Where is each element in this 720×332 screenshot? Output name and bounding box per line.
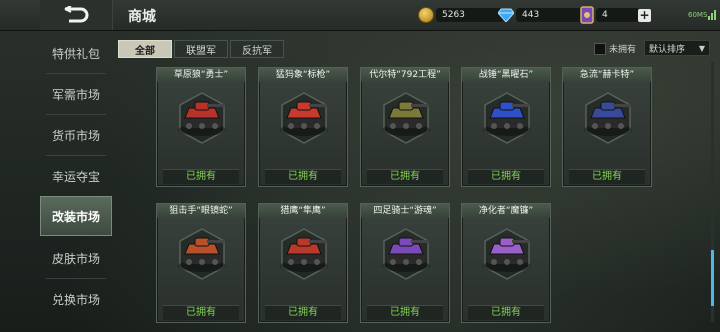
chevron-down-icon: ▼: [698, 44, 705, 53]
page-title: 商城: [128, 9, 156, 25]
coin-icon: [418, 7, 434, 23]
ping-indicator: 60MS: [688, 11, 708, 19]
owned-status: 已拥有: [163, 169, 239, 184]
not-owned-label: 未拥有: [609, 45, 637, 55]
item-card[interactable]: 猛犸象“标枪” 已拥有: [258, 67, 348, 187]
red-tank-icon: [178, 101, 226, 136]
sidebar-item-currency-market[interactable]: 货币市场: [40, 115, 112, 155]
owned-status: 已拥有: [569, 169, 645, 184]
item-card[interactable]: 狙击手“眼镜蛇” 已拥有: [156, 203, 246, 323]
falcon-jet-icon: [280, 237, 328, 272]
item-card[interactable]: 净化者“魔镰” 已拥有: [461, 203, 551, 323]
item-name: 净化者“魔镰”: [462, 204, 550, 218]
artillery-tank-icon: [584, 101, 632, 136]
top-bar: 商城 5263 443 4 + 60MS: [0, 0, 720, 31]
olive-tank-icon: [382, 101, 430, 136]
signal-icon: [708, 10, 716, 20]
add-resource: +: [630, 6, 651, 24]
gem-value: 443: [516, 8, 586, 22]
item-card[interactable]: 代尔特“792工程” 已拥有: [360, 67, 450, 187]
scrollbar-thumb[interactable]: [711, 250, 714, 306]
sidebar-item-lucky-draw[interactable]: 幸运夺宝: [40, 156, 112, 196]
item-name: 猎鹰“隼鹰”: [259, 204, 347, 218]
coin-value: 5263: [436, 8, 504, 22]
owned-status: 已拥有: [265, 169, 341, 184]
owned-status: 已拥有: [367, 305, 443, 320]
diamond-icon: [498, 8, 514, 22]
not-owned-checkbox[interactable]: [594, 42, 606, 55]
item-name: 猛犸象“标枪”: [259, 68, 347, 82]
item-card[interactable]: 草原狼“勇士” 已拥有: [156, 67, 246, 187]
item-card[interactable]: 急流“赫卡特” 已拥有: [562, 67, 652, 187]
sidebar-item-modification-market[interactable]: 改装市场: [40, 196, 112, 236]
tab-resistance[interactable]: 反抗军: [230, 40, 284, 58]
sort-label: 默认排序: [649, 44, 686, 55]
sidebar-item-skin-market[interactable]: 皮肤市场: [40, 238, 112, 278]
owned-status: 已拥有: [367, 169, 443, 184]
sniper-mech-icon: [178, 237, 226, 272]
coin-counter: 5263: [418, 6, 504, 24]
owned-status: 已拥有: [468, 169, 544, 184]
owned-status: 已拥有: [163, 305, 239, 320]
back-arrow-icon: [64, 6, 89, 23]
sidebar-item-special-packs[interactable]: 特供礼包: [40, 33, 112, 73]
heavy-tank-icon: [280, 101, 328, 136]
faction-tabs: 全部 联盟军 反抗军: [118, 40, 286, 58]
item-card[interactable]: 猎鹰“隼鹰” 已拥有: [258, 203, 348, 323]
item-name: 急流“赫卡特”: [563, 68, 651, 82]
tab-alliance[interactable]: 联盟军: [174, 40, 228, 58]
add-button[interactable]: +: [638, 8, 651, 22]
owned-status: 已拥有: [265, 305, 341, 320]
back-button[interactable]: [40, 0, 113, 30]
owned-status: 已拥有: [468, 305, 544, 320]
spider-mech-icon: [382, 237, 430, 272]
item-card[interactable]: 战锤“黑曜石” 已拥有: [461, 67, 551, 187]
tab-all[interactable]: 全部: [118, 40, 172, 58]
sidebar: 特供礼包 军需市场 货币市场 幸运夺宝 改装市场 皮肤市场 兑换市场: [40, 31, 112, 332]
item-name: 代尔特“792工程”: [361, 68, 449, 82]
ticket-card-icon: [580, 6, 594, 24]
sidebar-item-exchange-market[interactable]: 兑换市场: [40, 279, 112, 319]
item-name: 狙击手“眼镜蛇”: [157, 204, 245, 218]
buggy-icon: [483, 237, 531, 272]
item-name: 战锤“黑曜石”: [462, 68, 550, 82]
item-name: 四足骑士“游魂”: [361, 204, 449, 218]
gem-counter: 443: [498, 6, 586, 24]
blue-tank-icon: [483, 101, 531, 136]
item-card[interactable]: 四足骑士“游魂” 已拥有: [360, 203, 450, 323]
item-name: 草原狼“勇士”: [157, 68, 245, 82]
sort-dropdown[interactable]: 默认排序 ▼: [644, 40, 710, 56]
not-owned-filter[interactable]: 未拥有: [594, 42, 636, 55]
sidebar-item-military-market[interactable]: 军需市场: [40, 74, 112, 114]
